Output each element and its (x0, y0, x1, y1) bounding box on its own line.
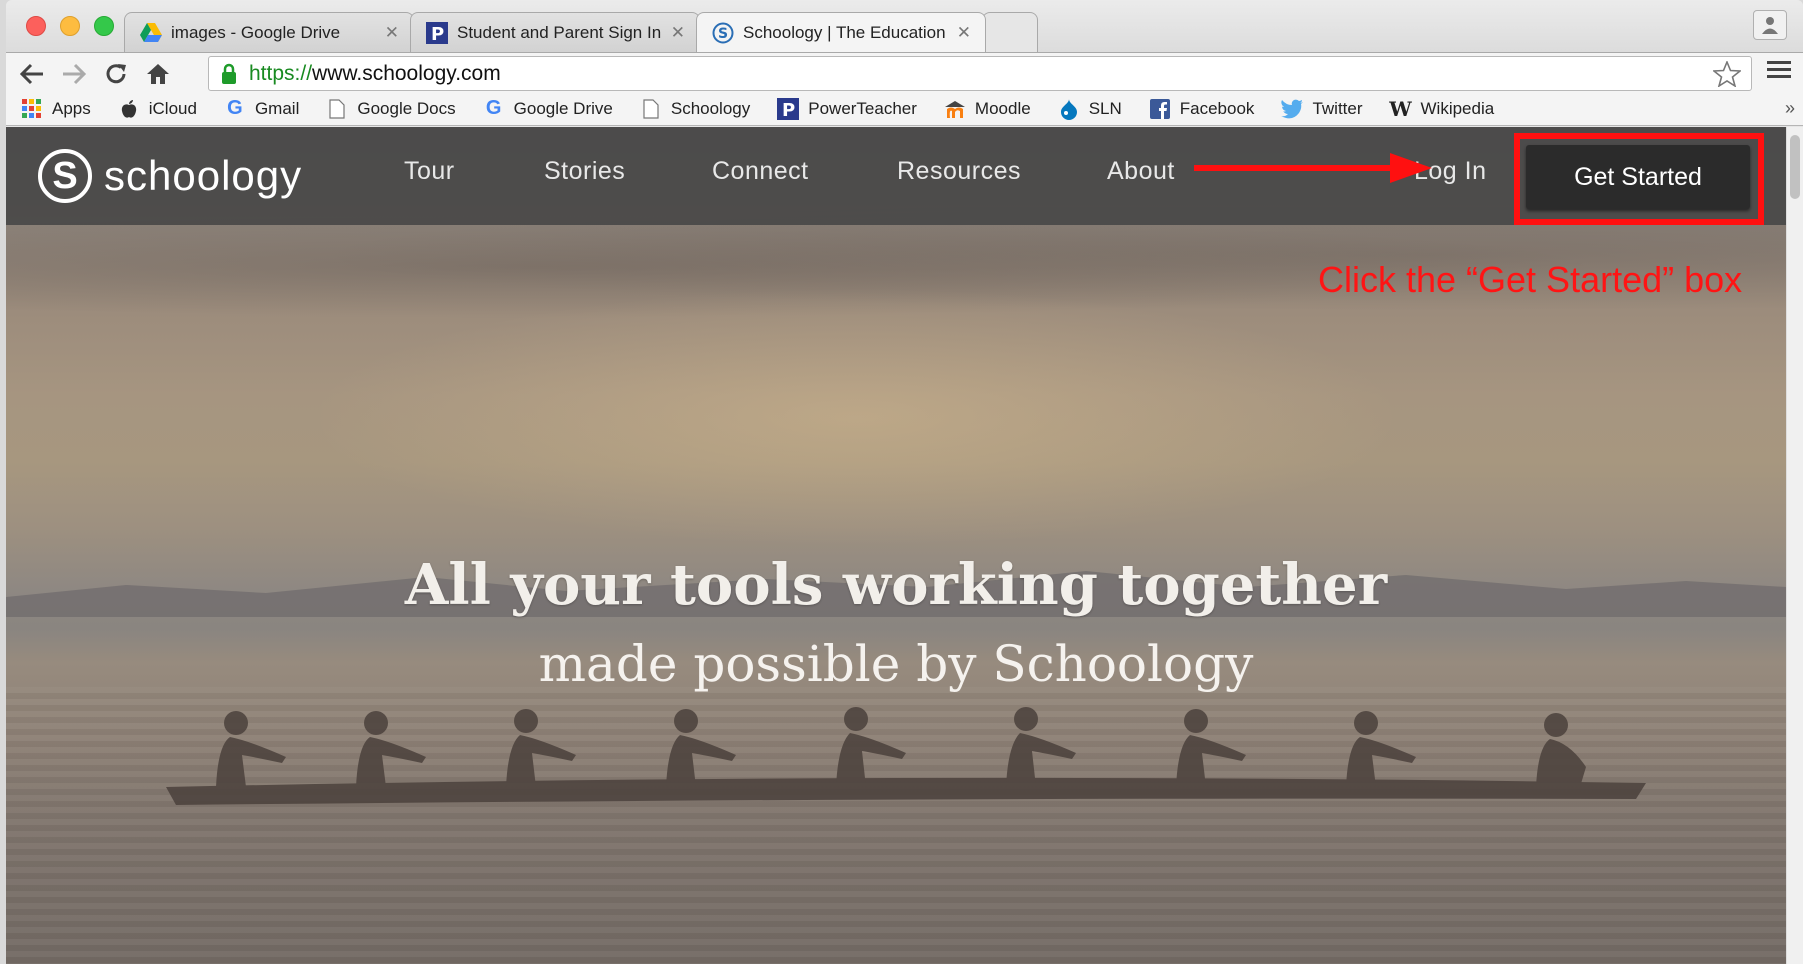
bookmark-moodle[interactable]: Moodle (943, 98, 1031, 120)
close-icon[interactable]: ✕ (671, 23, 685, 43)
bookmark-gmail[interactable]: G Gmail (223, 97, 300, 120)
tab-schoology[interactable]: S Schoology | The Education ✕ (696, 12, 986, 52)
svg-text:S: S (718, 26, 728, 42)
bookmark-apps[interactable]: Apps (20, 98, 91, 120)
tab-google-drive[interactable]: images - Google Drive ✕ (124, 12, 414, 52)
bookmark-label: Facebook (1179, 98, 1255, 118)
schoology-logo[interactable]: S schoology (38, 149, 302, 203)
svg-text:P: P (431, 24, 444, 44)
bookmarks-bar: Apps iCloud G Gmail Google Docs G Google… (6, 92, 1803, 126)
wikipedia-icon: W (1389, 96, 1412, 121)
schoology-icon: S (711, 21, 735, 45)
bookmark-wikipedia[interactable]: W Wikipedia (1389, 96, 1495, 121)
page-icon (639, 98, 663, 120)
get-started-button[interactable]: Get Started (1526, 145, 1750, 209)
nav-resources[interactable]: Resources (897, 157, 1021, 186)
browser-toolbar: https://www.schoology.com (6, 52, 1803, 92)
bookmarks-overflow-button[interactable]: » (1785, 98, 1795, 119)
close-icon[interactable]: ✕ (957, 23, 971, 43)
bookmark-label: Wikipedia (1420, 98, 1495, 118)
forward-arrow-icon (63, 63, 87, 85)
schoology-logo-mark: S (38, 149, 92, 203)
nav-stories[interactable]: Stories (544, 157, 625, 186)
scrollbar-thumb[interactable] (1790, 135, 1800, 199)
hero-sunset-glow (306, 287, 1406, 547)
page-icon (325, 98, 349, 120)
window-maximize-button[interactable] (94, 16, 114, 36)
menu-icon[interactable] (1767, 59, 1791, 81)
hero-rowing-crew-image (166, 707, 1646, 805)
annotation-arrow (1194, 153, 1432, 183)
apple-icon (117, 98, 141, 120)
reload-button[interactable] (100, 58, 132, 90)
bookmark-label: Schoology (670, 98, 751, 118)
address-bar[interactable]: https://www.schoology.com (208, 56, 1752, 91)
close-icon[interactable]: ✕ (385, 23, 399, 43)
powerschool-icon: P (425, 21, 449, 45)
get-started-label: Get Started (1574, 162, 1702, 191)
hero-subtitle: made possible by Schoology (538, 635, 1254, 693)
window-minimize-button[interactable] (60, 16, 80, 36)
bookmark-label: Google Docs (357, 98, 456, 118)
google-icon: G (227, 97, 243, 119)
powerschool-icon: P (776, 97, 800, 120)
bookmark-label: iCloud (148, 98, 197, 118)
profile-button[interactable] (1753, 10, 1787, 40)
url-host: www.schoology.com (312, 61, 501, 85)
moodle-icon (943, 98, 967, 120)
nav-connect[interactable]: Connect (712, 157, 809, 186)
tab-title: Schoology | The Education (743, 22, 946, 42)
bookmark-label: Moodle (974, 98, 1031, 118)
bookmark-label: Twitter (1312, 98, 1363, 118)
home-icon (147, 64, 169, 84)
bookmark-schoology[interactable]: Schoology (639, 98, 750, 120)
site-header: S schoology Tour Stories Connect Resourc… (6, 127, 1786, 225)
back-button[interactable] (16, 58, 48, 90)
person-icon (1762, 17, 1778, 34)
google-icon: G (485, 97, 502, 119)
nav-about[interactable]: About (1107, 157, 1175, 186)
bookmark-sln[interactable]: SLN (1057, 98, 1122, 120)
lock-icon (222, 63, 236, 84)
bookmark-icloud[interactable]: iCloud (117, 98, 197, 120)
bookmark-facebook[interactable]: Facebook (1148, 98, 1255, 120)
annotation-instruction: Click the “Get Started” box (1318, 259, 1743, 300)
tab-title: images - Google Drive (171, 22, 341, 42)
bookmark-google-drive[interactable]: G Google Drive (482, 97, 613, 120)
google-drive-icon (139, 21, 163, 45)
bookmark-label: Google Drive (513, 98, 613, 118)
facebook-icon (1148, 98, 1172, 120)
window-close-button[interactable] (26, 16, 46, 36)
webpage: All your tools working together made pos… (6, 127, 1786, 964)
url-scheme: https:// (249, 61, 313, 85)
bookmark-label: Apps (52, 98, 91, 118)
forward-button[interactable] (58, 58, 90, 90)
home-button[interactable] (142, 58, 174, 90)
bookmark-label: Gmail (254, 98, 300, 118)
title-bar: images - Google Drive ✕ P Student and Pa… (6, 0, 1803, 52)
bookmark-label: SLN (1088, 98, 1122, 118)
tab-student-parent-sign-in[interactable]: P Student and Parent Sign In ✕ (410, 12, 700, 52)
twitter-icon (1280, 98, 1304, 120)
new-tab-button[interactable] (982, 12, 1038, 52)
hero-title: All your tools working together (404, 552, 1388, 618)
schoology-logo-text: schoology (104, 152, 303, 199)
apps-grid-icon (20, 98, 44, 120)
bookmark-google-docs[interactable]: Google Docs (325, 98, 456, 120)
bookmark-twitter[interactable]: Twitter (1280, 98, 1363, 120)
back-arrow-icon (19, 63, 43, 85)
drupal-icon (1057, 98, 1081, 120)
tab-title: Student and Parent Sign In (457, 22, 661, 42)
bookmark-powerteacher[interactable]: P PowerTeacher (776, 97, 917, 120)
nav-tour[interactable]: Tour (404, 157, 455, 186)
page-scrollbar[interactable] (1786, 127, 1803, 964)
star-icon[interactable] (1713, 61, 1741, 87)
reload-icon (106, 64, 126, 84)
browser-window: images - Google Drive ✕ P Student and Pa… (6, 0, 1803, 964)
svg-text:P: P (782, 100, 795, 120)
bookmark-label: PowerTeacher (808, 98, 917, 118)
